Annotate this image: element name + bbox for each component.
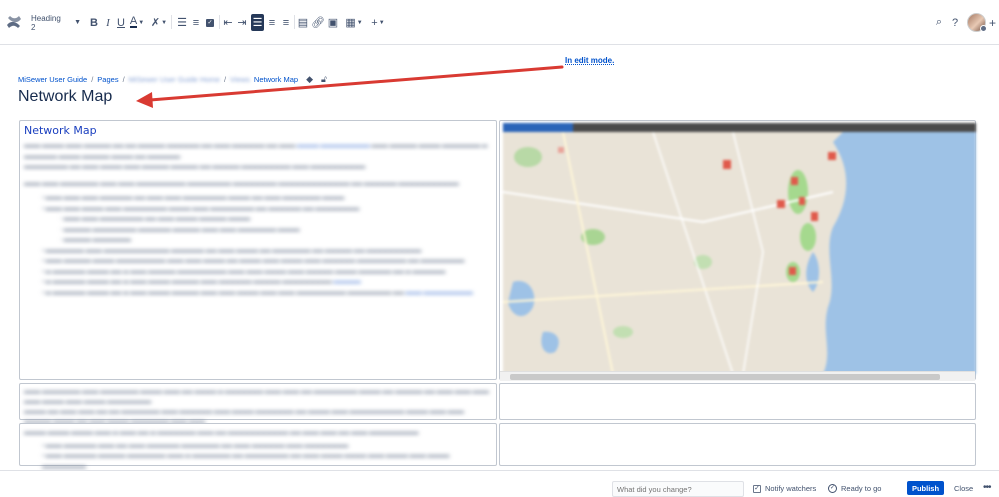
map-tab-active (503, 123, 573, 132)
table-cell-empty[interactable] (499, 423, 976, 466)
confluence-logo-icon[interactable] (6, 14, 22, 30)
table-cell-update-note[interactable]: ▬▬▬ ▬▬▬▬▬▬▬ ▬▬▬ ▬▬▬▬▬▬▬ ▬▬▬▬ ▬▬▬ ▬▬ ▬▬▬▬… (19, 383, 497, 435)
bullet-list-icon[interactable]: ☰ (176, 14, 188, 31)
breadcrumb-separator: / (122, 75, 125, 84)
notify-watchers-label: Notify watchers (765, 484, 817, 493)
task-list-icon[interactable]: ✓ (204, 14, 216, 31)
map-graphic (503, 132, 976, 374)
checkbox-icon[interactable]: ✓ (753, 484, 761, 493)
publish-button[interactable]: Publish (907, 481, 944, 495)
insert-more-icon[interactable]: + ▼ (370, 14, 386, 31)
blurred-paragraph: ▬▬▬▬ ▬▬▬▬ ▬▬▬▬ ▬▬▬ ▬ ▬▬▬ ▬▬ ▬ ▬▬▬▬▬▬▬ ▬▬… (24, 430, 450, 470)
table-cell-description[interactable]: Network Map ▬▬▬ ▬▬▬▬ ▬▬▬ ▬▬▬▬▬ ▬▬ ▬▬ ▬▬▬… (19, 120, 497, 380)
table-icon[interactable]: ▦ ▼ (345, 14, 363, 31)
horizontal-scrollbar[interactable] (500, 371, 975, 381)
cell-heading: Network Map (24, 124, 97, 137)
outdent-icon[interactable]: ⇤ (222, 14, 234, 31)
notify-watchers-checkbox[interactable]: ✓ Notify watchers (753, 484, 816, 493)
breadcrumb-item[interactable]: Pages (97, 75, 118, 84)
link-icon[interactable]: 🔗︎ (311, 14, 325, 31)
unlock-icon[interactable]: 🔓︎ (321, 74, 327, 85)
editor-toolbar: Heading 2 ▼ B I U A ▼ ✗ ▼ ☰ ≡ ✓ ⇤ ⇥ ☰ ≡ ≡ … (0, 0, 999, 45)
map-tab-bar (503, 123, 976, 132)
more-options-icon[interactable]: ••• (983, 482, 991, 493)
table-cell-empty[interactable] (499, 383, 976, 420)
image-icon[interactable]: ▣ (327, 14, 339, 31)
align-left-icon[interactable]: ☰ (251, 14, 264, 31)
scrollbar-thumb[interactable] (510, 374, 940, 380)
breadcrumb-item-current[interactable]: Network Map (254, 75, 298, 84)
text-color-icon[interactable]: A ▼ (128, 14, 146, 31)
label-tag-icon[interactable]: ◆ (306, 74, 313, 85)
presence-dot-icon (980, 25, 987, 32)
toolbar-divider (294, 15, 295, 29)
blurred-paragraph: ▬▬▬ ▬▬▬▬ ▬▬▬ ▬▬▬▬▬ ▬▬ ▬▬ ▬▬▬▬▬ ▬▬▬▬▬▬ ▬▬… (24, 143, 488, 296)
clear-format-icon[interactable]: ✗ ▼ (150, 14, 168, 31)
help-icon[interactable]: ? (949, 14, 961, 31)
heading-select[interactable]: Heading 2 ▼ (31, 13, 81, 32)
breadcrumb-item-blurred[interactable]: MiSewer User Guide Home (129, 75, 220, 84)
chevron-down-icon: ▼ (74, 19, 81, 26)
toolbar-divider (219, 15, 220, 29)
ready-to-go-toggle[interactable]: ✓ Ready to go (828, 484, 881, 493)
breadcrumb-item-blurred[interactable]: Views (230, 75, 250, 84)
breadcrumb-separator: / (91, 75, 94, 84)
indent-icon[interactable]: ⇥ (236, 14, 248, 31)
table-cell-selection-note[interactable]: ▬▬▬▬ ▬▬▬▬ ▬▬▬▬ ▬▬▬ ▬ ▬▬▬ ▬▬ ▬ ▬▬▬▬▬▬▬ ▬▬… (19, 423, 497, 470)
bold-icon[interactable]: B (88, 14, 100, 31)
breadcrumb-separator: / (223, 75, 227, 84)
underline-icon[interactable]: U (115, 14, 127, 31)
network-map-image[interactable] (503, 123, 976, 374)
page-title[interactable]: Network Map (18, 88, 112, 106)
edit-mode-note: In edit mode. (565, 56, 615, 65)
heading-select-label: Heading 2 (31, 13, 61, 32)
breadcrumb-item[interactable]: MiSewer User Guide (18, 75, 87, 84)
invite-plus-icon[interactable]: + (989, 16, 996, 30)
toolbar-divider (171, 15, 172, 29)
layout-icon[interactable]: ▤ (297, 14, 309, 31)
check-circle-icon: ✓ (828, 484, 837, 493)
align-center-icon[interactable]: ≡ (266, 14, 278, 31)
align-right-icon[interactable]: ≡ (280, 14, 292, 31)
breadcrumb: MiSewer User Guide / Pages / MiSewer Use… (18, 74, 327, 85)
search-icon[interactable]: ⌕ (933, 14, 945, 31)
numbered-list-icon[interactable]: ≡ (190, 14, 202, 31)
change-comment-input[interactable] (612, 481, 744, 497)
italic-icon[interactable]: I (102, 14, 114, 31)
ready-to-go-label: Ready to go (841, 484, 882, 493)
close-button[interactable]: Close (954, 484, 973, 493)
